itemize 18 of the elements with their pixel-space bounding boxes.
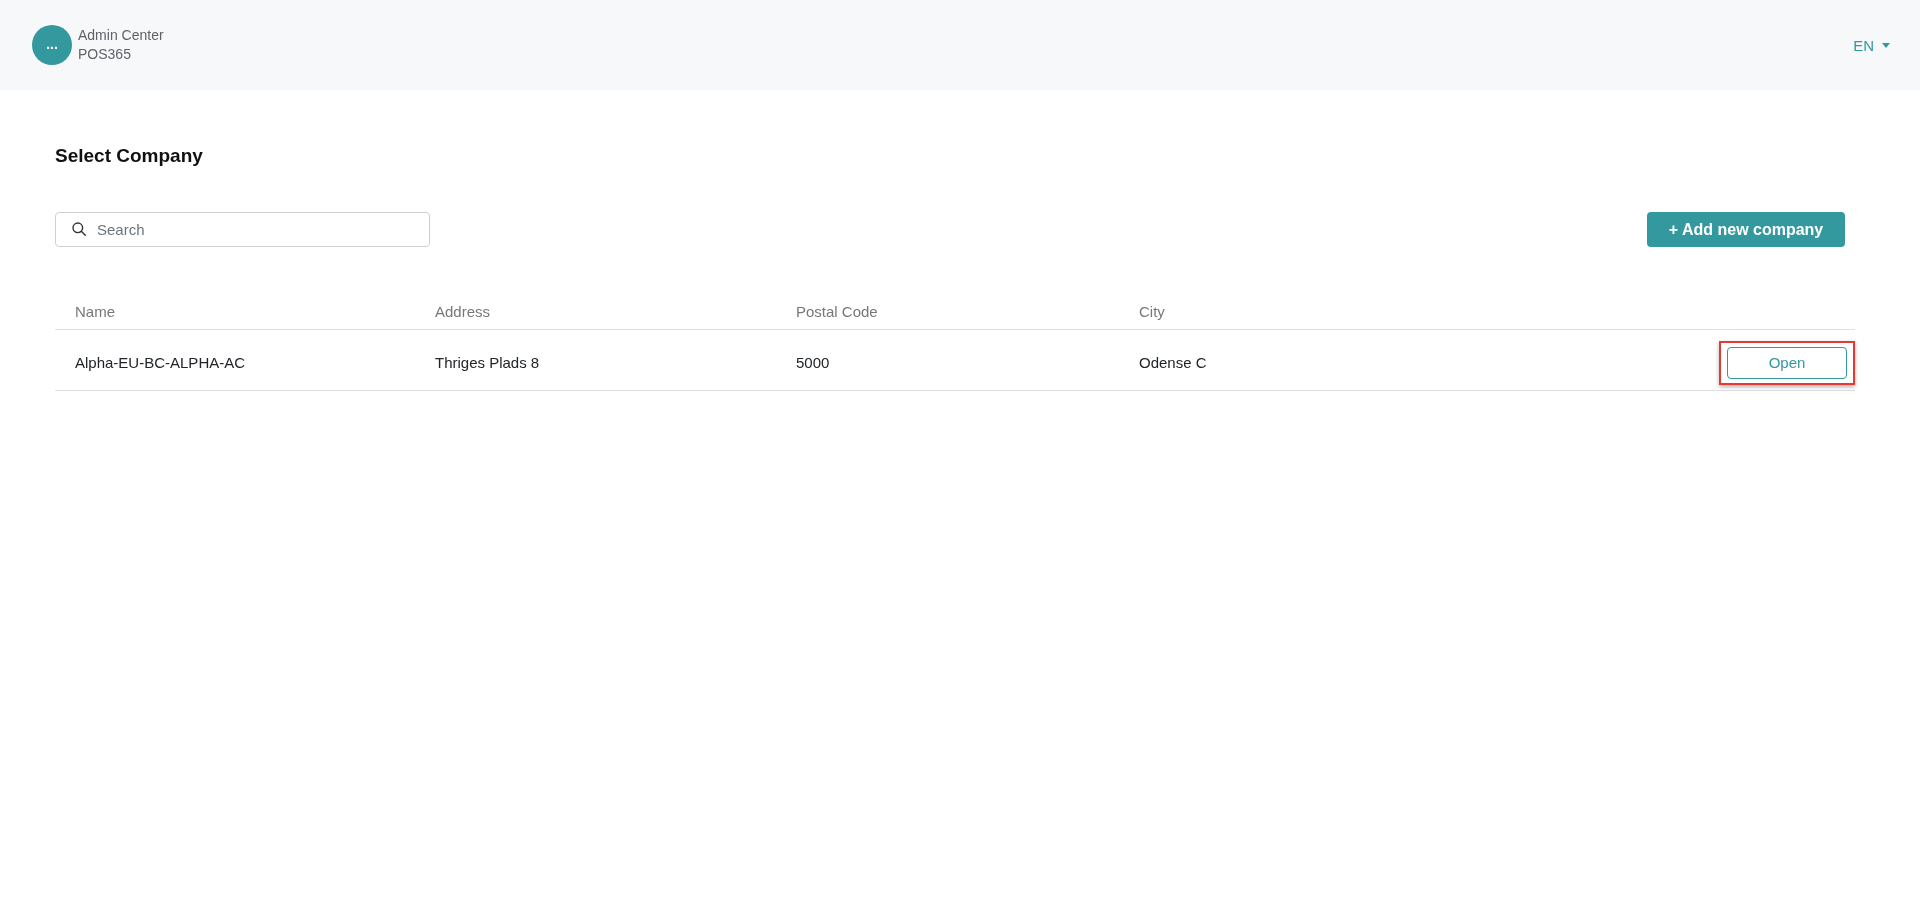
- search-icon: [72, 222, 86, 236]
- table-cell: Odense C: [1119, 329, 1459, 391]
- app-title: Admin Center: [78, 26, 164, 45]
- caret-icon: [1882, 42, 1890, 48]
- table-cell: 5000: [776, 329, 1119, 391]
- avatar[interactable]: ...: [32, 25, 72, 65]
- search-field[interactable]: Search: [55, 212, 430, 247]
- column-header: Name: [55, 292, 415, 330]
- table-cell: Thriges Plads 8: [415, 329, 776, 391]
- language-dropdown[interactable]: EN: [1853, 36, 1890, 54]
- open-button[interactable]: Open: [1727, 346, 1847, 379]
- column-header: Address: [415, 292, 776, 330]
- app-subtitle: POS365: [78, 45, 132, 64]
- column-header: City: [1119, 292, 1459, 330]
- table-cell: Alpha-EU-BC-ALPHA-AC: [55, 329, 415, 391]
- column-header: Postal Code: [776, 292, 1119, 330]
- page-title: Select Company: [55, 144, 204, 168]
- add-company-button[interactable]: + Add new company: [1647, 212, 1845, 247]
